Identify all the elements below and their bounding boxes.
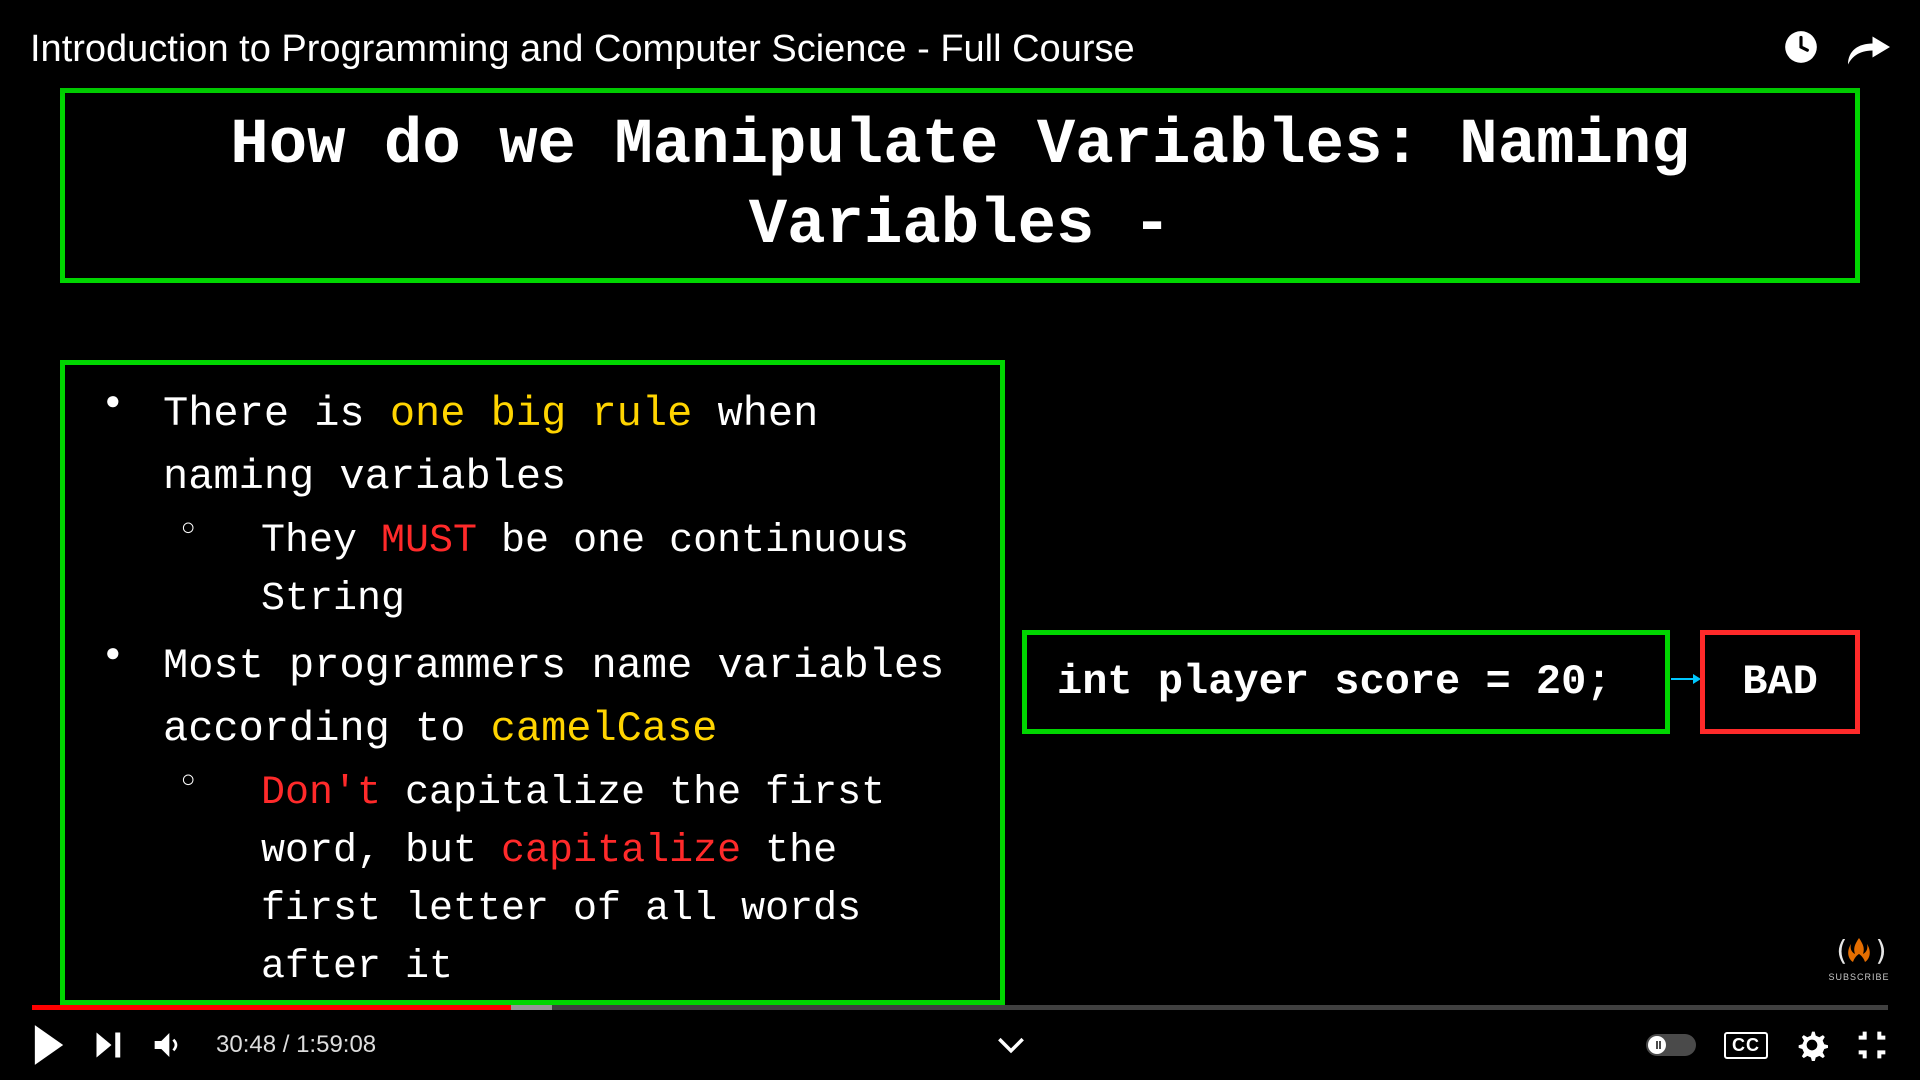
- autoplay-toggle[interactable]: [1646, 1034, 1696, 1056]
- next-button[interactable]: [94, 1030, 124, 1060]
- exit-fullscreen-icon: [1856, 1029, 1888, 1061]
- fire-icon: ( ): [1833, 932, 1885, 970]
- bullet-item: Most programmers name variables accordin…: [83, 635, 980, 997]
- volume-button[interactable]: [152, 1029, 184, 1061]
- watermark-subscribe: SUBSCRIBE: [1828, 972, 1890, 982]
- bullet-item: There is one big rule when naming variab…: [83, 383, 980, 629]
- share-icon: [1848, 28, 1890, 66]
- volume-icon: [152, 1029, 184, 1061]
- sub-bullet-item: Don't capitalize the first word, but cap…: [163, 765, 980, 997]
- next-icon: [94, 1030, 124, 1060]
- arrow-icon: [1671, 678, 1699, 680]
- slide-bad-label: BAD: [1700, 630, 1860, 734]
- sub-bullet-item: They MUST be one continuous String: [163, 513, 980, 629]
- svg-text:(: (: [1833, 934, 1850, 967]
- slide-bullets-box: There is one big rule when naming variab…: [60, 360, 1005, 1005]
- svg-text:): ): [1873, 934, 1885, 967]
- chapters-toggle[interactable]: [997, 1036, 1025, 1054]
- settings-button[interactable]: [1796, 1029, 1828, 1061]
- slide-code-example: int player score = 20;: [1022, 630, 1670, 734]
- time-display: 30:48 / 1:59:08: [216, 1031, 376, 1059]
- share-button[interactable]: [1848, 28, 1890, 66]
- slide-title: How do we Manipulate Variables: Naming V…: [105, 106, 1815, 266]
- current-time: 30:48: [216, 1031, 276, 1058]
- clock-icon: [1782, 28, 1820, 66]
- autoplay-knob: [1648, 1036, 1666, 1054]
- channel-watermark[interactable]: ( ) SUBSCRIBE: [1828, 932, 1890, 982]
- video-title: Introduction to Programming and Computer…: [30, 28, 1135, 71]
- chevron-down-icon: [997, 1036, 1025, 1054]
- play-icon: [32, 1025, 66, 1065]
- duration: 1:59:08: [296, 1031, 376, 1058]
- slide-title-box: How do we Manipulate Variables: Naming V…: [60, 88, 1860, 283]
- play-button[interactable]: [32, 1025, 66, 1065]
- exit-fullscreen-button[interactable]: [1856, 1029, 1888, 1061]
- gear-icon: [1796, 1029, 1828, 1061]
- captions-button[interactable]: CC: [1724, 1032, 1768, 1059]
- watch-later-button[interactable]: [1782, 28, 1820, 66]
